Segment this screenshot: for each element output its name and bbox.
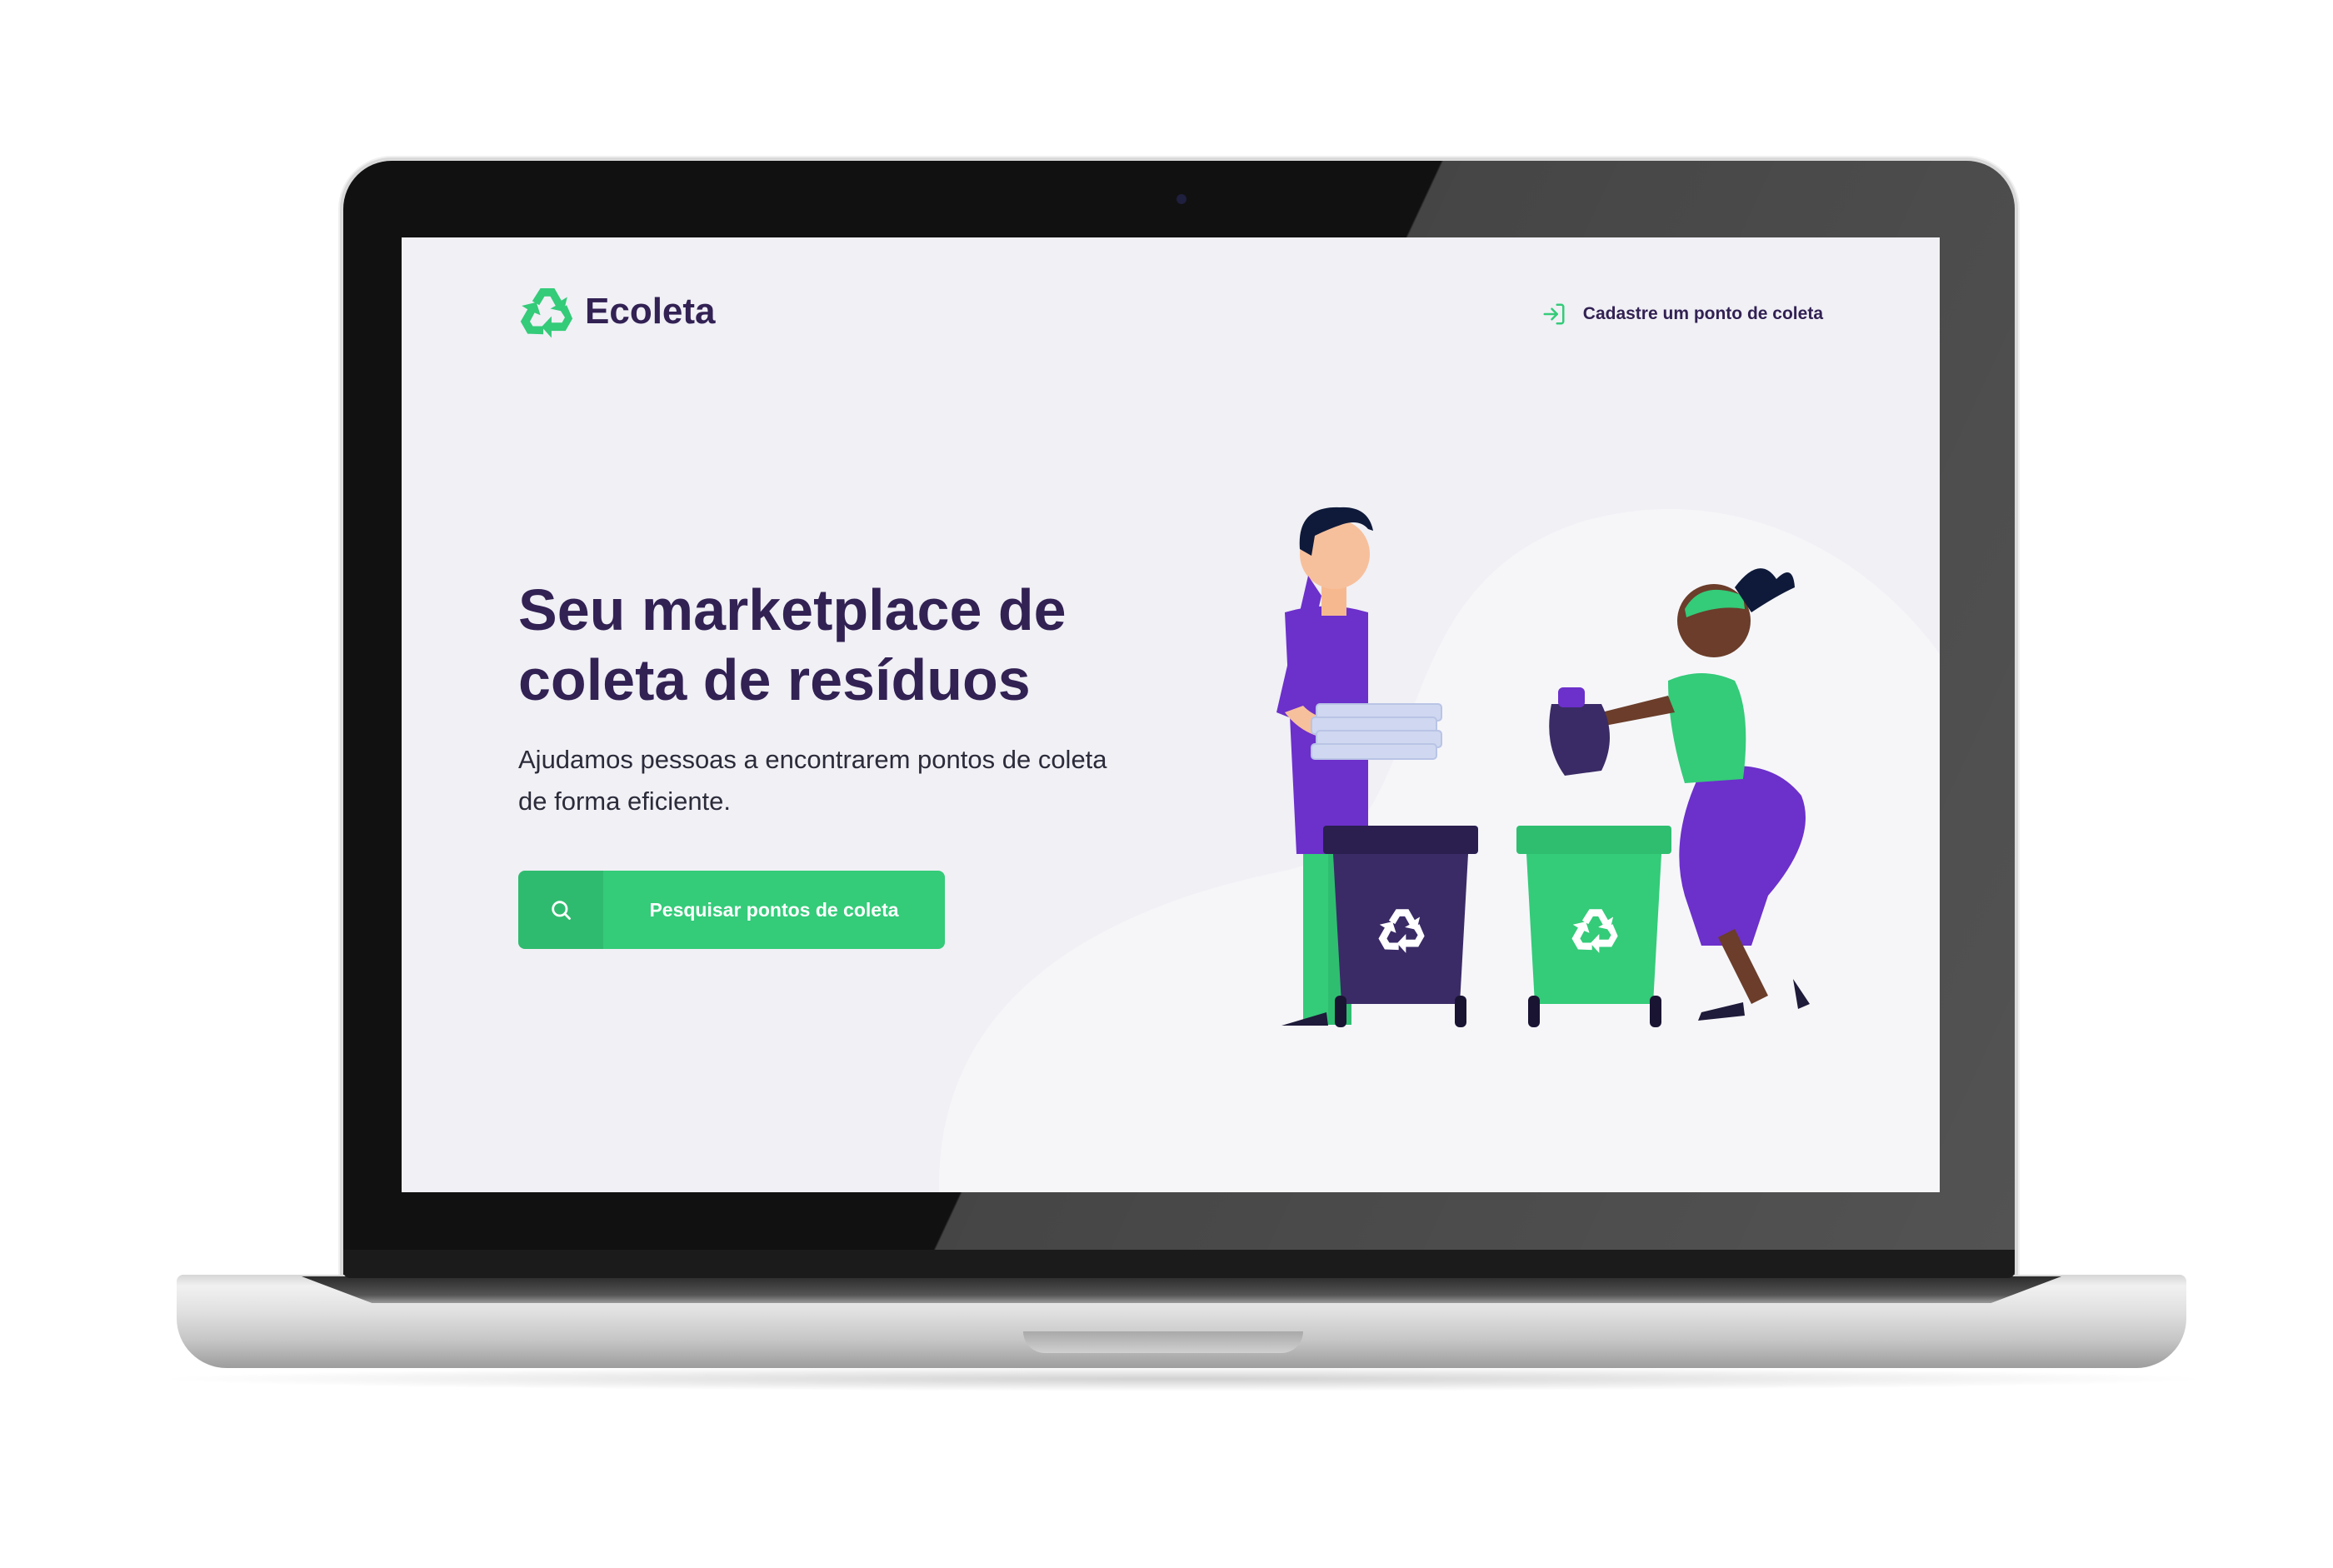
hero-title-line-2: coleta de resíduos [518, 647, 1031, 712]
register-point-label: Cadastre um ponto de coleta [1582, 304, 1823, 323]
laptop-shadow [150, 1366, 2216, 1391]
search-icon-container [518, 871, 603, 949]
search-points-button[interactable]: Pesquisar pontos de coleta [518, 871, 945, 949]
hero-title: Seu marketplace de coleta de resíduos [518, 575, 1201, 715]
app-screen: Ecoleta Cadastre um ponto de coleta Seu … [402, 237, 1940, 1192]
register-point-link[interactable]: Cadastre um ponto de coleta [1541, 297, 1823, 331]
hero-description-line-1: Ajudamos pessoas a encontrarem pontos de… [518, 745, 1107, 774]
hero-description: Ajudamos pessoas a encontrarem pontos de… [518, 739, 1201, 822]
webcam [1176, 194, 1186, 204]
brand-name: Ecoleta [585, 291, 716, 332]
search-icon [552, 901, 571, 920]
recycling-people-illustration [1276, 507, 1810, 1027]
green-bin [1516, 826, 1671, 1027]
laptop-hinge [302, 1276, 2061, 1303]
recycle-icon [520, 288, 573, 338]
header: Ecoleta Cadastre um ponto de coleta [518, 281, 1823, 346]
laptop-chin [343, 1250, 2015, 1278]
laptop-notch [1023, 1331, 1303, 1353]
log-in-icon [1543, 303, 1565, 325]
search-points-label: Pesquisar pontos de coleta [649, 898, 899, 921]
dark-bin [1323, 826, 1478, 1027]
hero-title-line-1: Seu marketplace de [518, 577, 1067, 642]
hero-description-line-2: de forma eficiente. [518, 786, 732, 816]
